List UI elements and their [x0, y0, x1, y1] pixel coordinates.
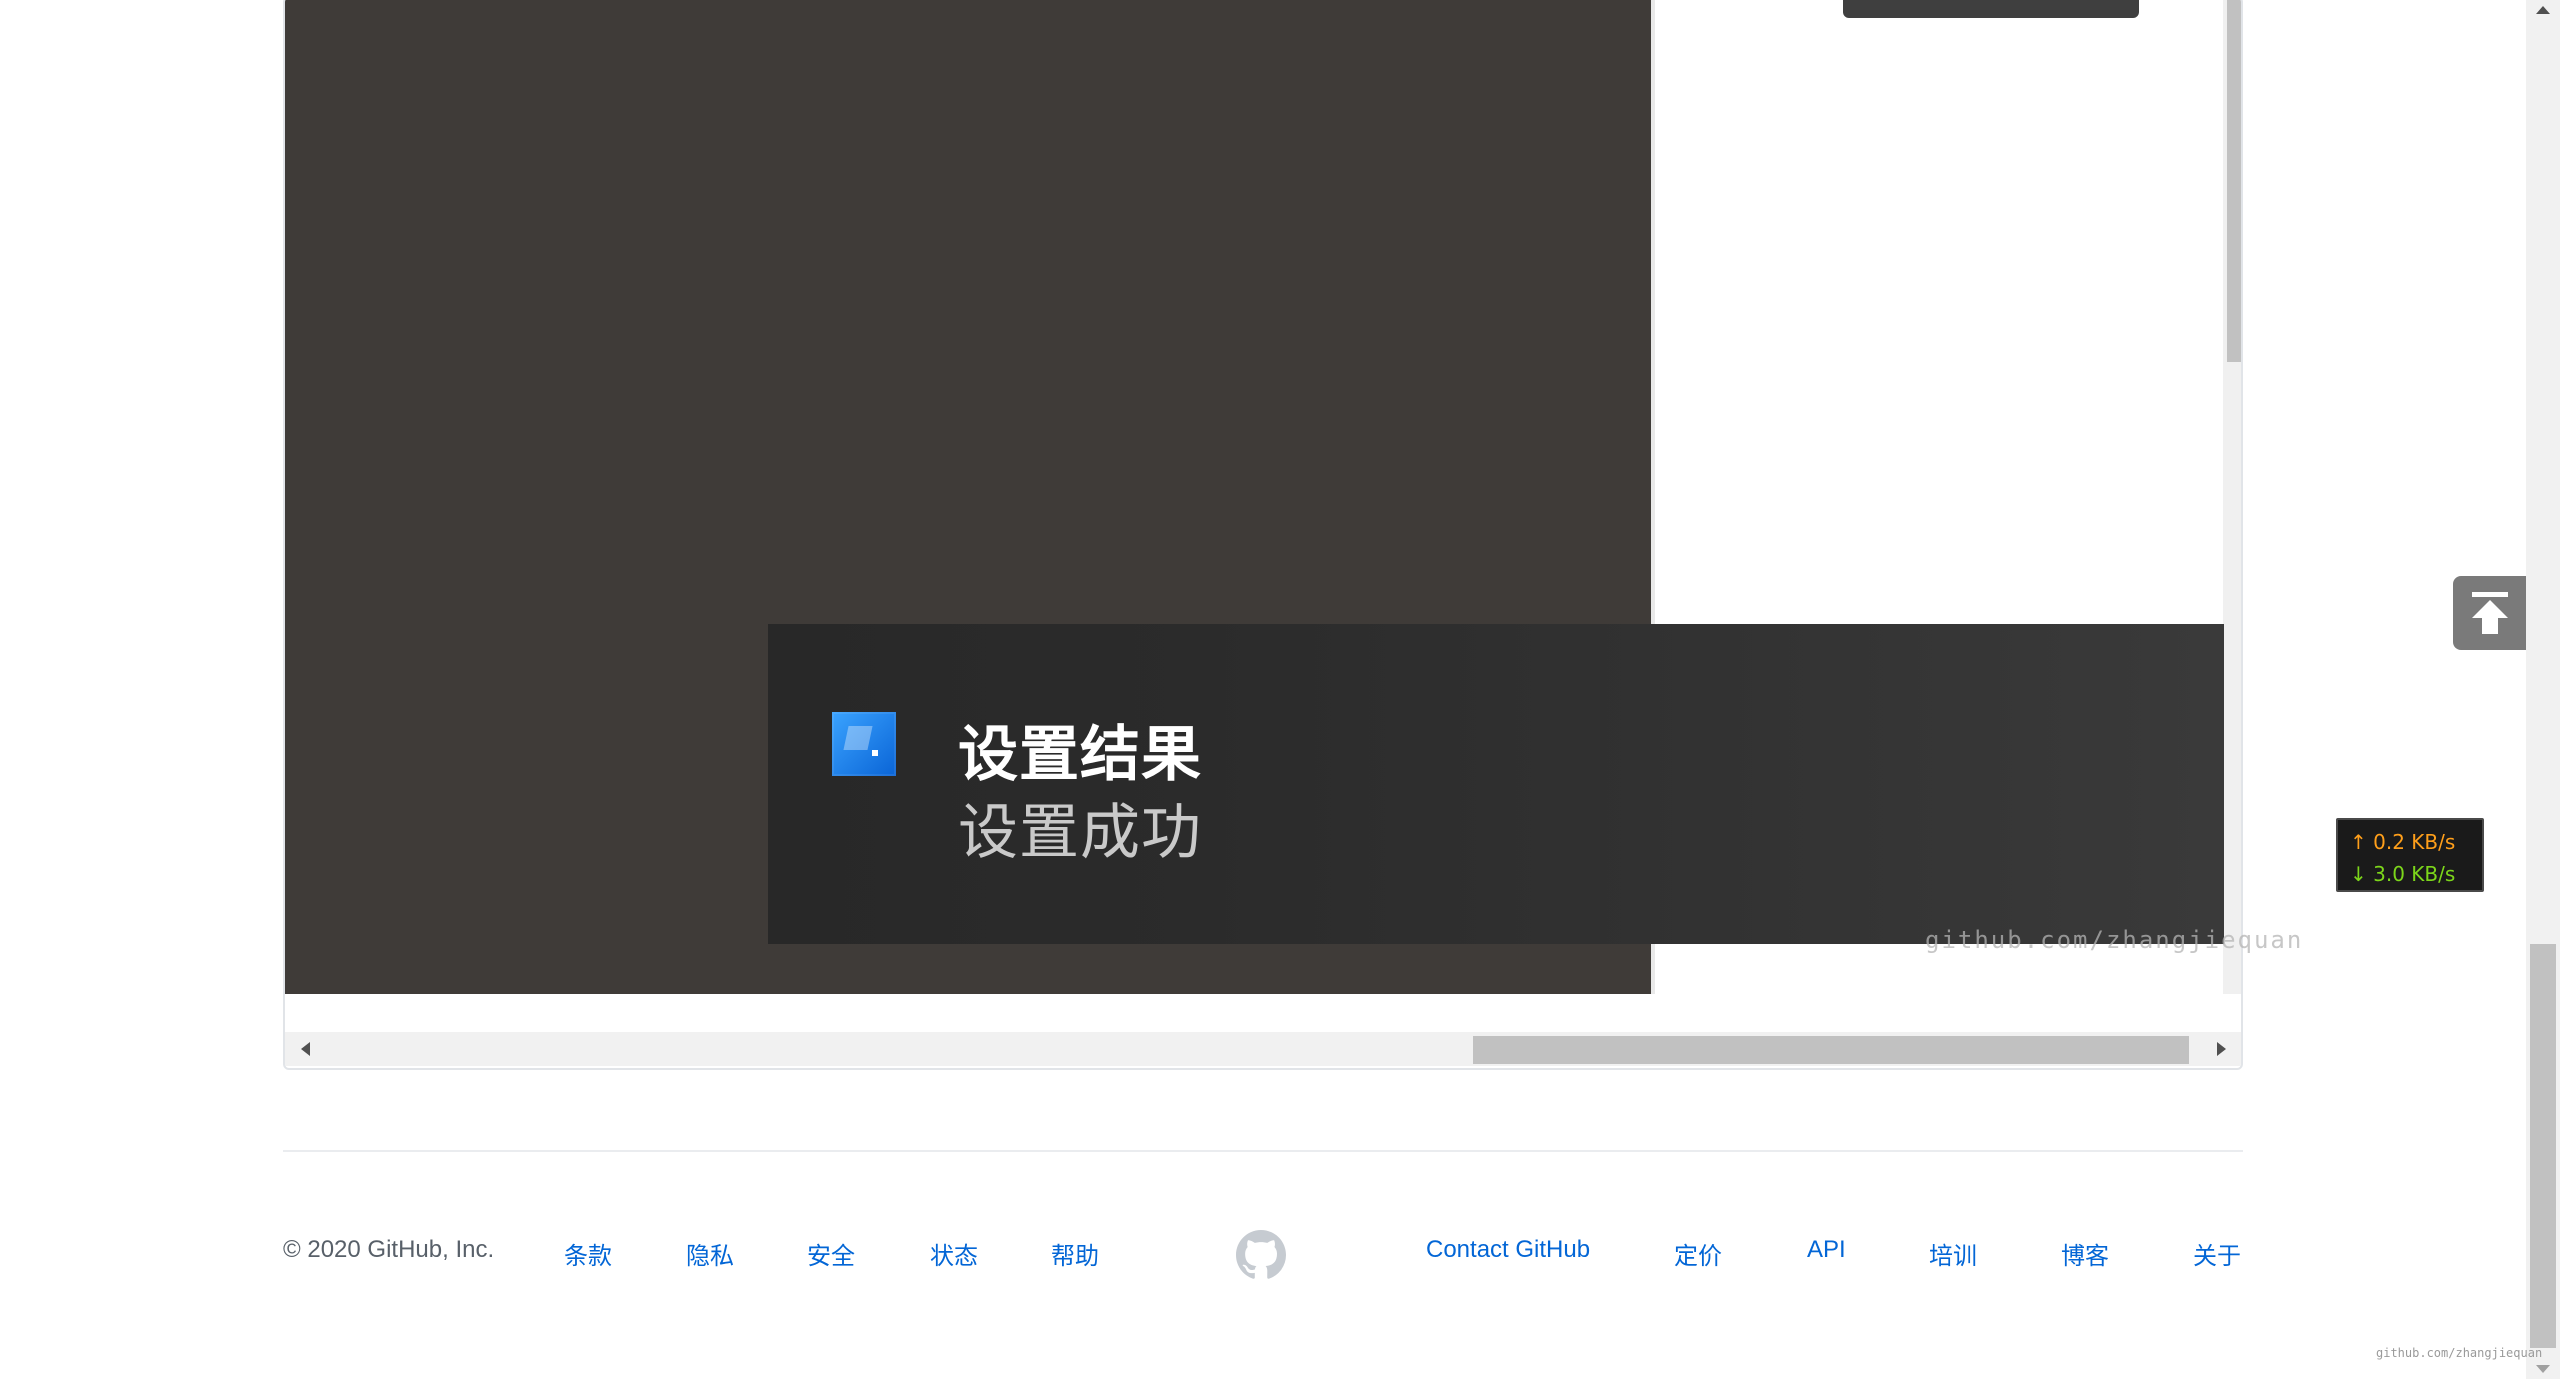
github-mark-icon[interactable]	[1236, 1230, 1286, 1280]
footer-copyright: © 2020 GitHub, Inc.	[283, 1236, 495, 1263]
footer-link-status[interactable]: 状态	[930, 1236, 978, 1271]
footer-link-about[interactable]: 关于	[2193, 1236, 2241, 1271]
network-speed-widget: ↑ 0.2 KB/s ↓ 3.0 KB/s	[2336, 818, 2484, 892]
upload-speed: ↑ 0.2 KB/s	[2350, 830, 2456, 854]
footer-link-pricing[interactable]: 定价	[1674, 1236, 1722, 1271]
toast-notification[interactable]: 设置结果 设置成功	[768, 624, 2224, 944]
viewer-horizontal-scrollbar[interactable]	[285, 1032, 2241, 1066]
toast-body: 设置成功	[958, 798, 1202, 868]
corner-watermark-text: github.com/zhangjiequan	[2376, 1346, 2543, 1360]
canvas-top-bar	[1843, 0, 2139, 18]
scroll-down-arrow-icon[interactable]	[2526, 1359, 2560, 1379]
footer-link-blog[interactable]: 博客	[2061, 1236, 2109, 1271]
footer-link-training[interactable]: 培训	[1929, 1236, 1977, 1271]
viewer-vertical-scrollbar[interactable]	[2223, 0, 2241, 994]
watermark-text: github.com/zhangjiequan	[1925, 926, 2304, 954]
viewer-horizontal-scroll-thumb[interactable]	[1473, 1036, 2189, 1064]
footer-link-help[interactable]: 帮助	[1051, 1236, 1099, 1271]
footer-link-contact[interactable]: Contact GitHub	[1426, 1236, 1590, 1264]
page-vertical-scroll-thumb[interactable]	[2530, 944, 2556, 1348]
scroll-right-arrow-icon[interactable]	[2209, 1032, 2233, 1066]
toast-title: 设置结果	[958, 720, 1202, 790]
footer-link-privacy[interactable]: 隐私	[686, 1236, 734, 1271]
footer-link-security[interactable]: 安全	[807, 1236, 855, 1271]
download-speed: ↓ 3.0 KB/s	[2350, 862, 2456, 886]
scroll-up-arrow-icon[interactable]	[2526, 0, 2560, 20]
page-vertical-scrollbar[interactable]	[2526, 0, 2560, 1379]
app-icon	[832, 712, 896, 776]
footer-divider	[283, 1150, 2243, 1152]
footer-link-terms[interactable]: 条款	[564, 1236, 612, 1271]
viewer-vertical-scroll-thumb[interactable]	[2227, 0, 2241, 362]
footer-link-api[interactable]: API	[1807, 1236, 1846, 1264]
arrow-up-to-top-icon	[2472, 592, 2508, 634]
back-to-top-button[interactable]	[2453, 576, 2527, 650]
scroll-left-arrow-icon[interactable]	[293, 1032, 317, 1066]
